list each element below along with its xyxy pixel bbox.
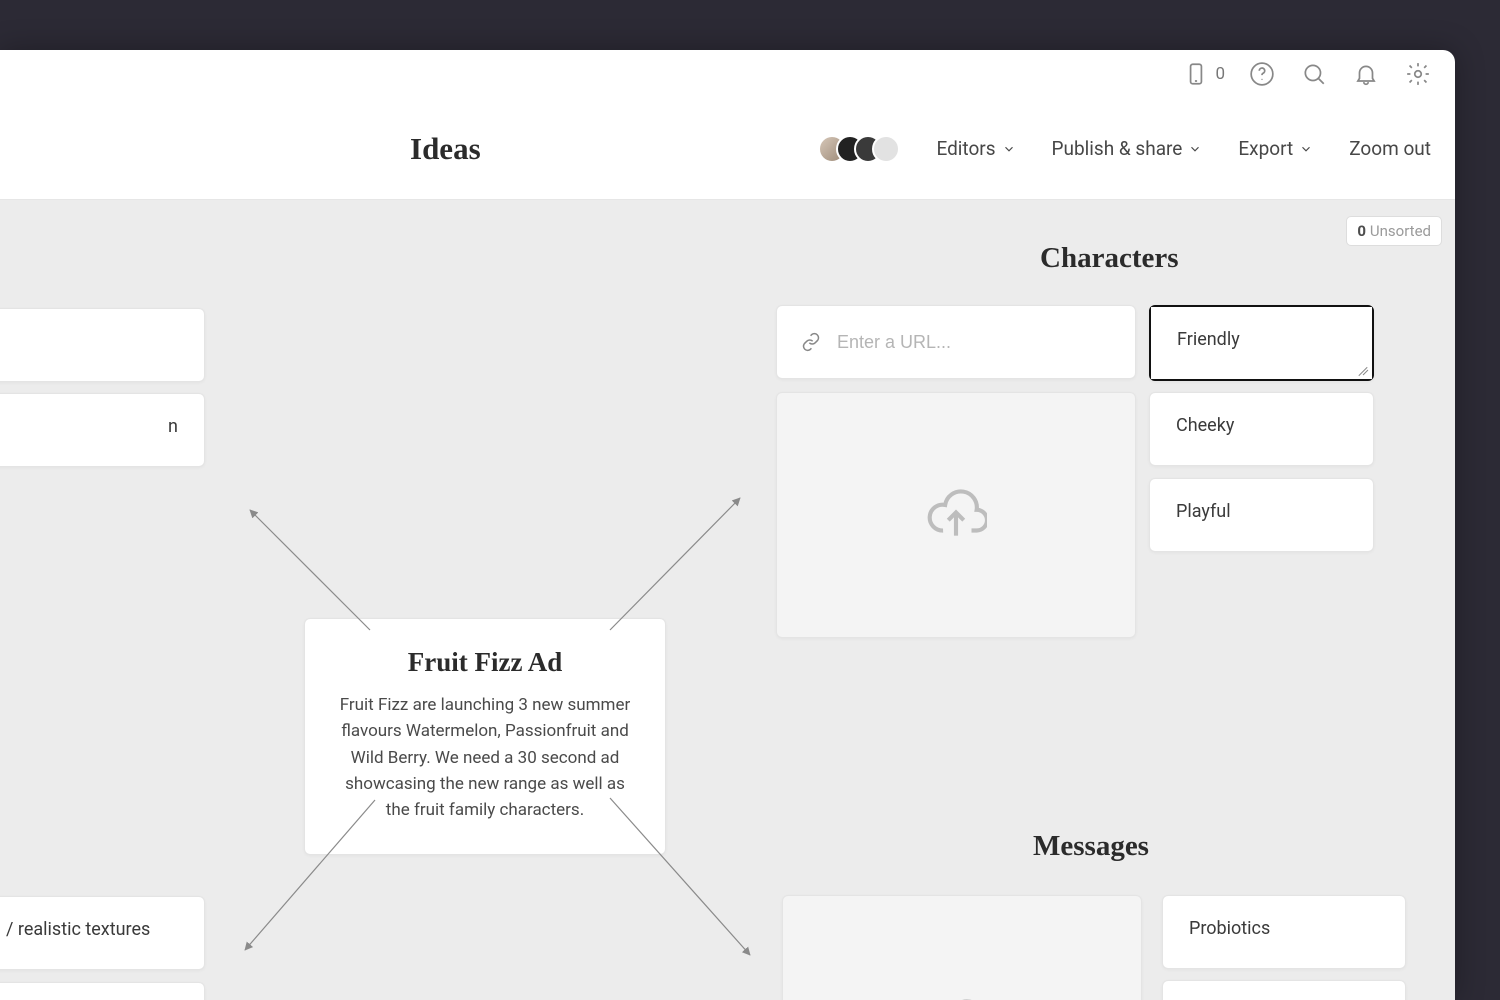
- central-title: Fruit Fizz Ad: [335, 647, 635, 678]
- cloud-upload-icon: [925, 484, 987, 546]
- bell-icon[interactable]: [1351, 59, 1381, 89]
- central-brief-card[interactable]: Fruit Fizz Ad Fruit Fizz are launching 3…: [304, 618, 666, 855]
- offscreen-card[interactable]: n: [0, 393, 205, 467]
- chevron-down-icon: [1002, 142, 1016, 156]
- offscreen-card[interactable]: [0, 982, 205, 1000]
- editors-dropdown[interactable]: Editors: [936, 137, 1015, 160]
- chevron-down-icon: [1188, 142, 1202, 156]
- avatar: [872, 135, 900, 163]
- chevron-down-icon: [1299, 142, 1313, 156]
- character-card-editing[interactable]: [1149, 305, 1374, 381]
- section-title-messages: Messages: [1033, 830, 1149, 863]
- message-card-label: Probiotics: [1189, 918, 1270, 939]
- upload-dropzone[interactable]: [776, 392, 1136, 638]
- mobile-icon: [1181, 59, 1211, 89]
- central-body: Fruit Fizz are launching 3 new summer fl…: [335, 692, 635, 824]
- top-iconbar: 0: [0, 50, 1455, 98]
- offscreen-card[interactable]: / realistic textures: [0, 896, 205, 970]
- character-card-label: Cheeky: [1176, 415, 1234, 436]
- section-title-characters: Characters: [1040, 242, 1179, 275]
- export-label: Export: [1238, 137, 1293, 160]
- url-input[interactable]: [837, 332, 1111, 353]
- offscreen-card-text: n: [168, 416, 178, 437]
- search-icon[interactable]: [1299, 59, 1329, 89]
- message-card[interactable]: Natural /real flavor: [1162, 980, 1406, 1000]
- unsorted-count: 0: [1357, 222, 1366, 240]
- unsorted-badge[interactable]: 0Unsorted: [1346, 216, 1442, 246]
- offscreen-card[interactable]: [0, 308, 205, 382]
- publish-dropdown[interactable]: Publish & share: [1052, 137, 1203, 160]
- editors-label: Editors: [936, 137, 995, 160]
- url-input-card[interactable]: [776, 305, 1136, 379]
- offscreen-card-text: / realistic textures: [6, 919, 150, 940]
- header-actions: Editors Publish & share Export Zoom out: [818, 135, 1431, 163]
- board-canvas[interactable]: 0Unsorted Characters Messages Cheeky Pla…: [0, 200, 1455, 1000]
- editor-avatars[interactable]: [818, 135, 900, 163]
- message-card[interactable]: Probiotics: [1162, 895, 1406, 969]
- link-icon: [801, 332, 821, 352]
- zoom-label: Zoom out: [1349, 137, 1431, 160]
- gear-icon[interactable]: [1403, 59, 1433, 89]
- unsorted-label: Unsorted: [1370, 222, 1431, 240]
- upload-dropzone[interactable]: [782, 895, 1142, 1000]
- board-header: Ideas Editors Publish & share Export: [0, 98, 1455, 200]
- zoom-out-button[interactable]: Zoom out: [1349, 137, 1431, 160]
- board-title[interactable]: Ideas: [410, 131, 481, 167]
- mobile-count-button[interactable]: 0: [1181, 59, 1225, 89]
- resize-handle[interactable]: [1356, 363, 1368, 375]
- character-card[interactable]: Cheeky: [1149, 392, 1374, 466]
- cloud-upload-icon: [931, 994, 993, 1000]
- export-dropdown[interactable]: Export: [1238, 137, 1313, 160]
- help-icon[interactable]: [1247, 59, 1277, 89]
- character-card[interactable]: Playful: [1149, 478, 1374, 552]
- publish-label: Publish & share: [1052, 137, 1183, 160]
- mobile-count-value: 0: [1215, 64, 1225, 84]
- character-card-label: Playful: [1176, 501, 1231, 522]
- character-input[interactable]: [1151, 307, 1372, 379]
- app-window: 0 Ideas Editors: [0, 50, 1455, 1000]
